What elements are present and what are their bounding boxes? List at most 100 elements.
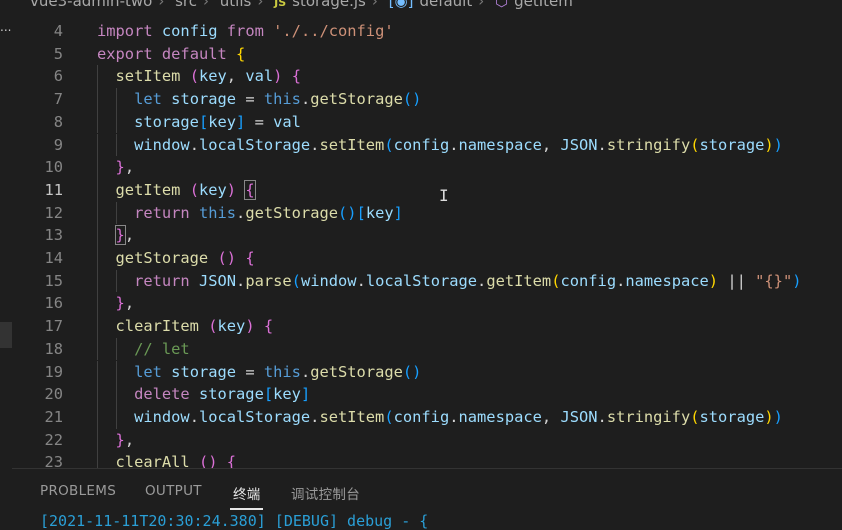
code-token: this xyxy=(263,362,301,381)
indent-guide xyxy=(97,133,98,157)
code-token: [ xyxy=(198,112,209,131)
indent-guide xyxy=(97,383,98,406)
code-line[interactable]: 5 export default { xyxy=(12,43,842,66)
code-token: window xyxy=(134,407,190,426)
code-token: val xyxy=(273,112,301,131)
code-text: }, xyxy=(116,292,135,315)
code-token: . xyxy=(189,407,199,426)
line-number: 5 xyxy=(53,44,63,63)
tab-debug-console[interactable]: 调试控制台 xyxy=(291,483,360,503)
code-line[interactable]: 6 setItem (key, val) { xyxy=(12,65,842,89)
code-token: getStorage xyxy=(310,362,403,381)
line-number: 9 xyxy=(53,135,63,154)
code-token: "{}" xyxy=(755,271,793,290)
code-line[interactable]: 10}, xyxy=(12,156,842,179)
code-token: return xyxy=(134,271,190,290)
code-token: } xyxy=(115,430,125,449)
code-token: from xyxy=(226,22,264,40)
breadcrumb-item[interactable]: vue3-admin-two xyxy=(30,0,152,10)
code-line[interactable]: 20 delete storage[key] xyxy=(12,383,842,406)
code-token: localStorage xyxy=(365,271,478,290)
tab-output[interactable]: OUTPUT xyxy=(145,483,202,499)
code-token: { xyxy=(291,67,301,86)
tab-terminal[interactable]: 终端 xyxy=(233,483,261,503)
code-token: ( xyxy=(690,135,700,154)
code-line[interactable]: 17 clearItem (key) { xyxy=(12,315,842,338)
code-line[interactable]: 14 getStorage () { xyxy=(12,247,842,270)
code-token: , xyxy=(124,158,135,177)
code-line[interactable]: 4 import config from './../config' xyxy=(12,20,842,43)
code-line[interactable]: 13}, xyxy=(12,224,842,247)
code-line[interactable]: 11 getItem (key) { xyxy=(12,178,842,202)
code-text: export default { xyxy=(97,43,245,66)
code-text: clearItem (key) { xyxy=(116,315,274,338)
code-line[interactable]: 16}, xyxy=(12,292,842,316)
line-number: 16 xyxy=(44,294,63,313)
breadcrumb-item[interactable]: utils xyxy=(220,0,252,10)
code-line[interactable]: 22}, xyxy=(12,428,842,452)
code-text: window.localStorage.setItem(config.names… xyxy=(134,134,783,157)
line-number: 4 xyxy=(53,22,63,40)
code-token: [ xyxy=(356,203,366,222)
code-editor[interactable]: 4 import config from './../config' 5 export… xyxy=(12,18,842,468)
code-token: config xyxy=(393,407,450,426)
code-line[interactable]: 23 clearAll () { xyxy=(12,451,842,468)
more-icon[interactable]: ... xyxy=(0,20,12,40)
code-token: import xyxy=(97,22,153,40)
code-token: default xyxy=(161,44,227,63)
code-token: ) xyxy=(764,407,774,426)
code-line[interactable]: 15 return JSON.parse(window.localStorage.… xyxy=(12,269,842,293)
code-line[interactable]: 18 // let xyxy=(12,337,842,361)
breadcrumb: vue3-admin-two › src › utils › JS storage.js… xyxy=(0,0,842,12)
code-token: storage xyxy=(699,407,765,426)
breadcrumb-item[interactable]: src xyxy=(175,0,197,10)
breadcrumb-item[interactable]: default xyxy=(419,0,472,10)
code-token: . xyxy=(597,407,607,426)
code-text: getStorage () { xyxy=(116,247,255,270)
indent-guide xyxy=(97,405,98,429)
code-token: stringify xyxy=(606,135,691,154)
code-text: return this.getStorage()[key] xyxy=(134,202,403,225)
breadcrumb-item[interactable]: getItem xyxy=(514,0,573,10)
code-token: ) xyxy=(226,180,237,199)
tab-problems[interactable]: PROBLEMS xyxy=(40,483,116,499)
code-line[interactable]: 19 let storage = this.getStorage() xyxy=(12,360,842,384)
code-line[interactable]: 7 let storage = this.getStorage() xyxy=(12,88,842,111)
code-text: window.localStorage.setItem(config.names… xyxy=(134,406,783,429)
active-tab-indicator xyxy=(230,508,263,510)
code-text: getItem (key) { xyxy=(116,179,256,202)
line-number: 17 xyxy=(44,317,63,336)
code-text: }, xyxy=(114,224,134,247)
line-number: 11 xyxy=(44,180,63,199)
breadcrumb-item[interactable]: storage.js xyxy=(292,0,366,10)
code-token: config xyxy=(560,271,617,290)
code-token: key xyxy=(198,67,227,86)
line-number: 20 xyxy=(44,385,63,404)
code-token: . xyxy=(189,135,199,154)
code-token: ( xyxy=(208,317,218,336)
code-line[interactable]: 8 storage[key] = val xyxy=(12,110,842,134)
code-token: key xyxy=(198,180,227,199)
code-line[interactable]: 9 window.localStorage.setItem(config.name… xyxy=(12,133,842,157)
code-token: setItem xyxy=(115,67,181,86)
code-token: key xyxy=(365,203,394,222)
code-line[interactable]: 21 window.localStorage.setItem(config.nam… xyxy=(12,405,842,429)
indent-guide xyxy=(97,337,98,361)
code-token: storage xyxy=(134,112,199,131)
code-token: storage xyxy=(198,385,264,404)
code-token: ) xyxy=(764,135,774,154)
indent-guide xyxy=(97,88,98,111)
code-token: stringify xyxy=(606,407,691,426)
line-number: 23 xyxy=(44,453,63,468)
code-line[interactable]: 12 return this.getStorage()[key] xyxy=(12,201,842,225)
indent-guide xyxy=(97,292,98,316)
code-token: config xyxy=(161,22,218,40)
code-token: { xyxy=(236,44,246,63)
code-token: config xyxy=(393,135,450,154)
code-token: getStorage xyxy=(245,203,338,222)
indent-guide xyxy=(115,383,117,406)
